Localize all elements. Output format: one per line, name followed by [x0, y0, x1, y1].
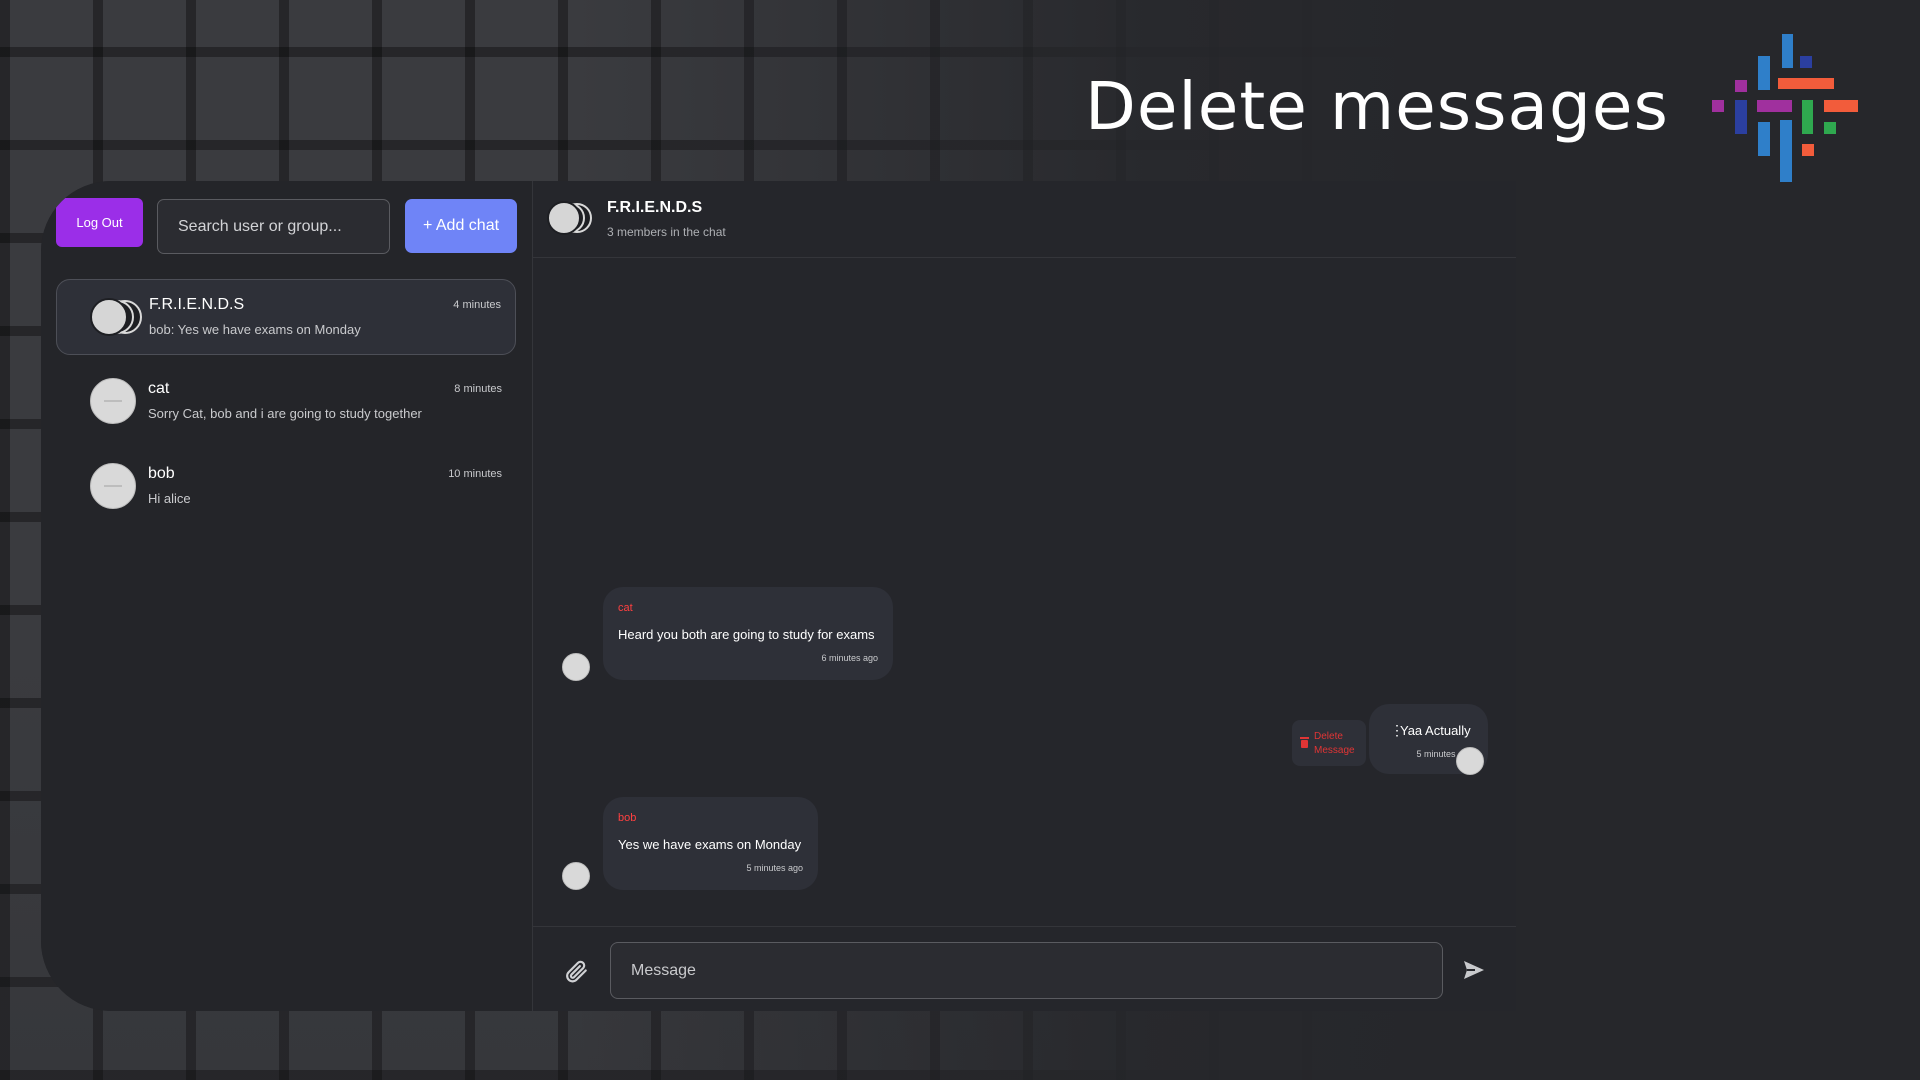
sidebar: Log Out + Add chat F.R.I.E.N.D.S bob: Ye… — [41, 181, 533, 1011]
message-time: 6 minutes ago — [821, 653, 878, 663]
message-input[interactable] — [610, 942, 1443, 999]
message-text: Yaa Actually — [1400, 723, 1471, 738]
chat-panel: F.R.I.E.N.D.S 3 members in the chat cat … — [533, 181, 1516, 1011]
message-text: Heard you both are going to study for ex… — [618, 627, 875, 642]
chat-preview: bob: Yes we have exams on Monday — [149, 322, 361, 337]
chat-time: 10 minutes — [448, 468, 502, 480]
avatar — [90, 378, 136, 424]
chat-member-count: 3 members in the chat — [607, 225, 726, 239]
chat-title: F.R.I.E.N.D.S — [607, 199, 703, 216]
message-bubble[interactable]: cat Heard you both are going to study fo… — [603, 587, 893, 680]
logo-icon — [1712, 34, 1858, 182]
message-bubble[interactable]: bob Yes we have exams on Monday 5 minute… — [603, 797, 818, 890]
chat-list-item-cat[interactable]: cat Sorry Cat, bob and i are going to st… — [56, 364, 516, 440]
group-avatar — [547, 199, 603, 245]
chat-time: 8 minutes — [454, 383, 502, 395]
logout-button[interactable]: Log Out — [56, 198, 143, 247]
delete-message-button[interactable]: Delete Message — [1292, 720, 1366, 766]
delete-message-label: Delete Message — [1314, 731, 1355, 756]
chat-list-item-bob[interactable]: bob Hi alice 10 minutes — [56, 449, 516, 525]
chat-time: 4 minutes — [453, 299, 501, 311]
chat-name: F.R.I.E.N.D.S — [149, 296, 245, 313]
avatar — [562, 862, 590, 890]
trash-icon — [1300, 737, 1309, 748]
message-composer — [533, 926, 1516, 1011]
message-text: Yes we have exams on Monday — [618, 837, 802, 852]
chat-list-item-friends[interactable]: F.R.I.E.N.D.S bob: Yes we have exams on … — [56, 279, 516, 355]
slide-title: Delete messages — [1085, 68, 1669, 145]
avatar — [90, 463, 136, 509]
chat-preview: Hi alice — [148, 491, 191, 506]
chat-header: F.R.I.E.N.D.S 3 members in the chat — [533, 181, 1516, 258]
avatar — [1456, 747, 1484, 775]
chat-app-window: Log Out + Add chat F.R.I.E.N.D.S bob: Ye… — [41, 181, 1516, 1011]
group-avatar — [90, 295, 146, 341]
send-icon[interactable] — [1462, 958, 1486, 982]
chat-name: cat — [148, 380, 170, 397]
message-time: 5 minutes ago — [746, 863, 803, 873]
search-input[interactable] — [157, 199, 390, 254]
paperclip-icon[interactable] — [563, 958, 589, 984]
message-sender: cat — [618, 602, 633, 614]
chat-name: bob — [148, 465, 175, 482]
chat-preview: Sorry Cat, bob and i are going to study … — [148, 406, 422, 421]
avatar — [562, 653, 590, 681]
add-chat-button[interactable]: + Add chat — [405, 199, 517, 253]
message-sender: bob — [618, 812, 637, 824]
